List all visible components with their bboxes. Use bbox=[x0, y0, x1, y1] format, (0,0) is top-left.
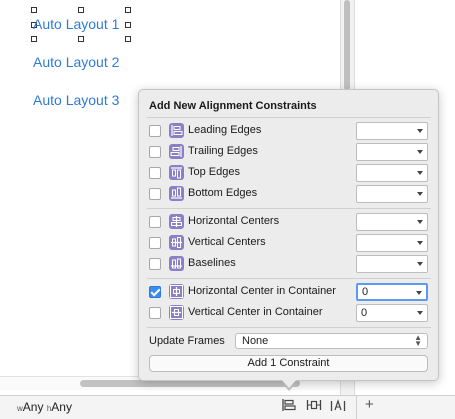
add-constraints-button[interactable]: Add 1 Constraint bbox=[149, 355, 428, 372]
row-label: Top Edges bbox=[188, 166, 240, 178]
selection-handle[interactable] bbox=[78, 36, 84, 42]
constant-combo[interactable] bbox=[356, 143, 428, 161]
selection-handle[interactable] bbox=[31, 36, 37, 42]
checkbox[interactable] bbox=[149, 188, 161, 200]
checkbox[interactable] bbox=[149, 258, 161, 270]
align-icon[interactable] bbox=[281, 397, 297, 413]
constant-combo[interactable] bbox=[356, 164, 428, 182]
constraint-row-vertical-centers[interactable]: Vertical Centers bbox=[149, 234, 429, 252]
row-label: Leading Edges bbox=[188, 124, 262, 136]
selection-handle[interactable] bbox=[125, 36, 131, 42]
row-label: Baselines bbox=[188, 257, 236, 269]
checkbox[interactable] bbox=[149, 167, 161, 179]
popover-arrow bbox=[280, 378, 298, 388]
update-frames-value: None bbox=[242, 335, 269, 347]
auto-layout-label-3[interactable]: Auto Layout 3 bbox=[33, 92, 119, 108]
row-label: Trailing Edges bbox=[188, 145, 258, 157]
row-label: Vertical Centers bbox=[188, 236, 266, 248]
selection-handle[interactable] bbox=[125, 7, 131, 13]
horizontal-center-in-container-icon bbox=[169, 284, 184, 299]
row-label: Horizontal Centers bbox=[188, 215, 280, 227]
row-label: Bottom Edges bbox=[188, 187, 258, 199]
up-down-arrows-icon: ▲ ▼ bbox=[414, 333, 422, 348]
constraint-row-horizontal-centers[interactable]: Horizontal Centers bbox=[149, 213, 429, 231]
chevron-down-icon bbox=[417, 150, 423, 154]
constraint-row-trailing-edges[interactable]: Trailing Edges bbox=[149, 143, 429, 161]
chevron-down-icon bbox=[416, 291, 422, 295]
row-label: Vertical Center in Container bbox=[188, 306, 323, 318]
combo-value: 0 bbox=[362, 286, 369, 298]
constant-combo[interactable] bbox=[356, 185, 428, 203]
top-edges-icon bbox=[169, 165, 184, 180]
chevron-down-icon bbox=[417, 220, 423, 224]
group-divider bbox=[147, 327, 431, 328]
constraint-row-bottom-edges[interactable]: Bottom Edges bbox=[149, 185, 429, 203]
chevron-down-icon bbox=[417, 241, 423, 245]
chevron-down-icon bbox=[417, 311, 423, 315]
checkbox[interactable] bbox=[149, 237, 161, 249]
width-class-value: Any bbox=[22, 400, 44, 414]
group-divider bbox=[147, 208, 431, 209]
bottom-bar-separator bbox=[356, 395, 357, 419]
trailing-edges-icon bbox=[169, 144, 184, 159]
row-label: Horizontal Center in Container bbox=[188, 285, 336, 297]
constraint-row-vertical-center-in-container[interactable]: Vertical Center in Container 0 bbox=[149, 304, 429, 322]
checkbox[interactable] bbox=[149, 146, 161, 158]
auto-layout-label-2[interactable]: Auto Layout 2 bbox=[33, 54, 119, 70]
update-frames-label: Update Frames bbox=[149, 335, 225, 347]
size-class-control[interactable]: wAny hAny bbox=[17, 400, 72, 414]
chevron-down-icon bbox=[417, 192, 423, 196]
group-divider bbox=[147, 117, 431, 118]
chevron-down-icon bbox=[417, 171, 423, 175]
selection-handle[interactable] bbox=[31, 7, 37, 13]
auto-layout-label-1[interactable]: Auto Layout 1 bbox=[33, 16, 119, 32]
selection-handle[interactable] bbox=[125, 22, 131, 28]
add-icon[interactable]: + bbox=[365, 396, 374, 413]
horizontal-scrollbar[interactable] bbox=[80, 380, 300, 387]
constant-combo[interactable] bbox=[356, 122, 428, 140]
checkbox[interactable] bbox=[149, 307, 161, 319]
constant-combo[interactable]: 0 bbox=[356, 304, 428, 322]
vertical-scrollbar[interactable] bbox=[344, 0, 350, 90]
constraint-row-baselines[interactable]: Baselines bbox=[149, 255, 429, 273]
combo-value: 0 bbox=[361, 307, 368, 319]
checkbox[interactable] bbox=[149, 125, 161, 137]
vertical-centers-icon bbox=[169, 235, 184, 250]
constant-combo[interactable]: 0 bbox=[356, 283, 428, 301]
bottom-edges-icon bbox=[169, 186, 184, 201]
horizontal-centers-icon bbox=[169, 214, 184, 229]
checkbox-checked[interactable] bbox=[149, 286, 161, 298]
checkbox[interactable] bbox=[149, 216, 161, 228]
vertical-center-in-container-icon bbox=[169, 305, 184, 320]
resolve-issues-icon[interactable] bbox=[330, 397, 346, 413]
chevron-down-icon bbox=[417, 129, 423, 133]
baselines-icon bbox=[169, 256, 184, 271]
chevron-down-icon bbox=[417, 262, 423, 266]
constraint-row-horizontal-center-in-container[interactable]: Horizontal Center in Container 0 bbox=[149, 283, 429, 301]
selection-handle[interactable] bbox=[78, 7, 84, 13]
constant-combo[interactable] bbox=[356, 213, 428, 231]
constant-combo[interactable] bbox=[356, 234, 428, 252]
constraint-row-leading-edges[interactable]: Leading Edges bbox=[149, 122, 429, 140]
constraint-row-top-edges[interactable]: Top Edges bbox=[149, 164, 429, 182]
leading-edges-icon bbox=[169, 123, 184, 138]
constant-combo[interactable] bbox=[356, 255, 428, 273]
alignment-constraints-popover: Add New Alignment Constraints Leading Ed… bbox=[138, 89, 439, 381]
popover-title: Add New Alignment Constraints bbox=[149, 100, 317, 112]
group-divider bbox=[147, 278, 431, 279]
pin-icon[interactable] bbox=[306, 397, 322, 413]
height-class-value: Any bbox=[51, 400, 72, 414]
update-frames-select[interactable]: None ▲ ▼ bbox=[235, 333, 428, 349]
